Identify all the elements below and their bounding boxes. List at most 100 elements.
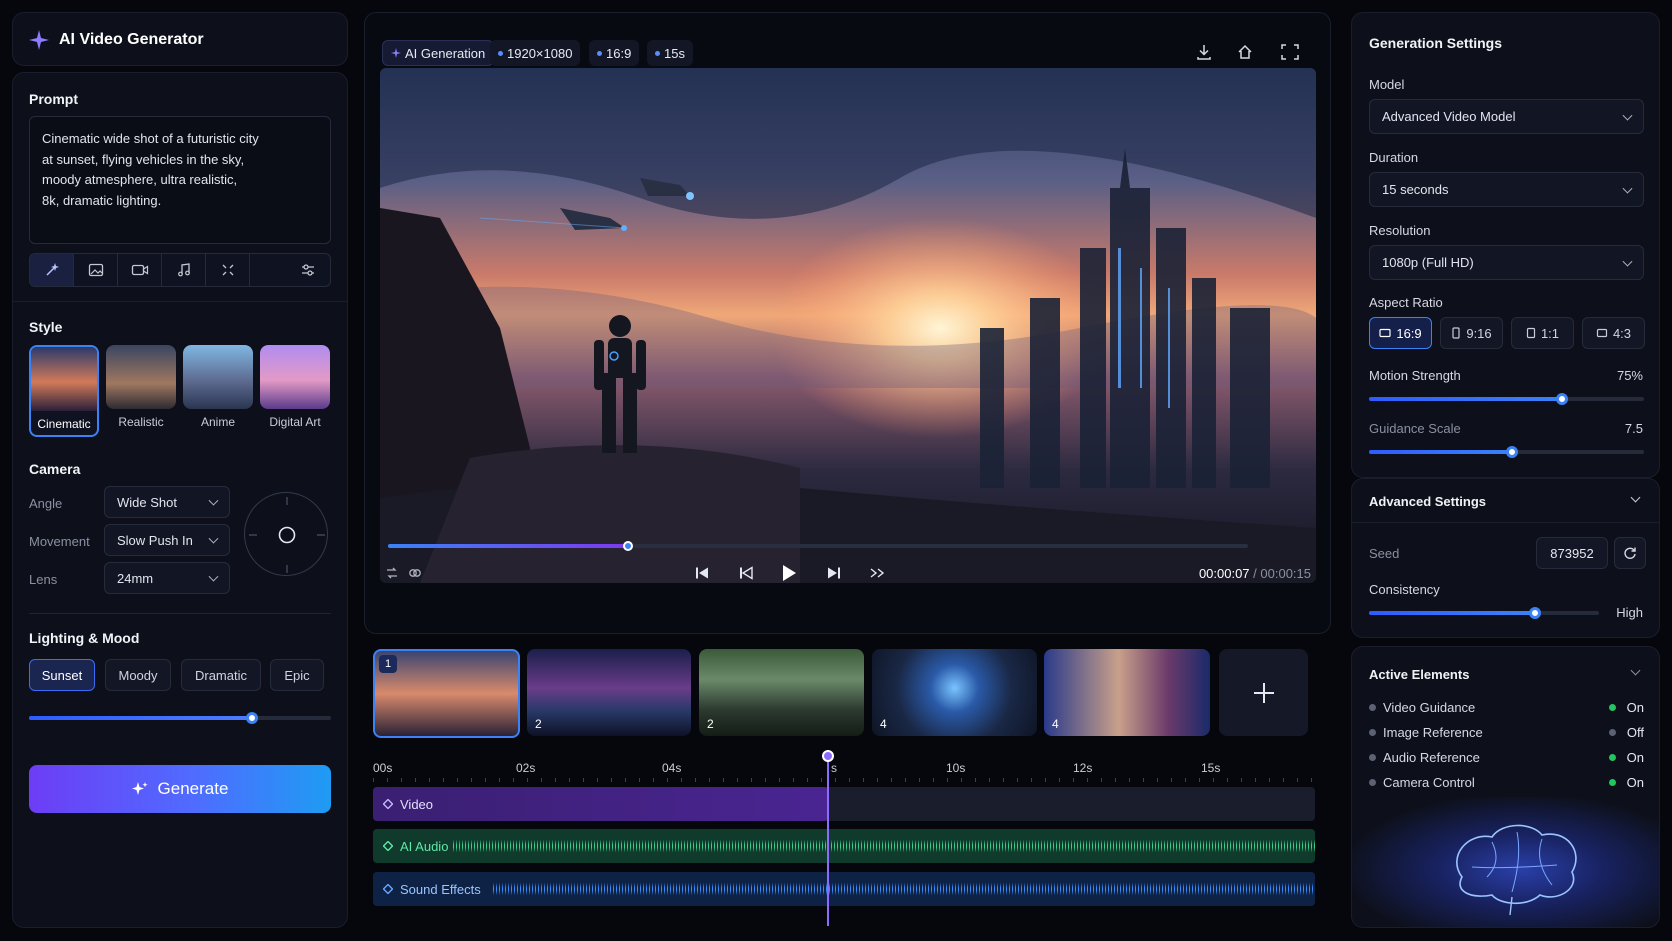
ruler-ticks: [373, 778, 1315, 782]
prompt-textarea[interactable]: Cinematic wide shot of a futuristic city…: [29, 116, 331, 244]
video-track[interactable]: Video: [373, 787, 1315, 821]
download-icon[interactable]: [1195, 43, 1213, 61]
lighting-option-epic[interactable]: Epic: [270, 659, 324, 691]
active-element-state: On: [1626, 750, 1644, 765]
active-element-row[interactable]: Image Reference Off: [1369, 724, 1644, 742]
joystick-icon: [249, 497, 325, 573]
resolution-value: 1080p (Full HD): [1382, 255, 1474, 270]
aspect-option-label: 9:16: [1466, 325, 1492, 341]
prompt-line: 8k, dramatic lighting.: [42, 192, 162, 208]
aspect-option-9-16[interactable]: 9:16: [1440, 317, 1503, 349]
plus-icon: [1252, 681, 1276, 705]
video-button[interactable]: [118, 254, 162, 286]
style-label: Style: [29, 319, 63, 335]
video-preview[interactable]: [380, 68, 1316, 583]
model-select[interactable]: Advanced Video Model: [1369, 99, 1644, 134]
shuffle-icon[interactable]: [869, 565, 885, 581]
magic-wand-button[interactable]: [30, 254, 74, 286]
slider-handle[interactable]: [1528, 607, 1541, 619]
loop-icon[interactable]: [384, 565, 400, 581]
next-frame-icon[interactable]: [826, 565, 842, 581]
guidance-scale-slider[interactable]: [1369, 446, 1644, 458]
motion-strength-slider[interactable]: [1369, 393, 1644, 405]
style-option-realistic[interactable]: Realistic: [106, 345, 176, 437]
resolution-select[interactable]: 1080p (Full HD): [1369, 245, 1644, 280]
share-icon[interactable]: [1236, 43, 1254, 61]
timeline-ruler[interactable]: 00s 02s 04s s 10s 12s 15s: [373, 758, 1315, 782]
music-button[interactable]: [162, 254, 206, 286]
active-element-label: Image Reference: [1383, 725, 1483, 740]
prompt-line: at sunset, flying vehicles in the sky,: [42, 151, 245, 167]
slider-handle[interactable]: [246, 712, 259, 724]
scene-thumbnail[interactable]: 4: [872, 649, 1037, 736]
chip-ai-generation: AI Generation: [382, 40, 495, 66]
tick-label: 15s: [1201, 761, 1221, 775]
style-thumbnail: [183, 345, 253, 409]
active-element-row[interactable]: Audio Reference On: [1369, 749, 1644, 767]
chip-resolution: 1920×1080: [490, 40, 581, 66]
consistency-slider[interactable]: [1369, 607, 1599, 619]
slider-fill: [29, 716, 253, 720]
style-option-digital-art[interactable]: Digital Art: [260, 345, 330, 437]
chevron-down-icon[interactable]: [1630, 665, 1641, 676]
previous-frame-icon[interactable]: [738, 565, 754, 581]
status-dot: [1369, 704, 1376, 711]
play-icon[interactable]: [780, 563, 798, 583]
angle-select[interactable]: Wide Shot: [104, 486, 230, 518]
slider-handle[interactable]: [1506, 446, 1518, 458]
video-clip[interactable]: [373, 787, 828, 821]
active-element-row[interactable]: Camera Control On: [1369, 774, 1644, 792]
skip-to-start-icon[interactable]: [694, 565, 710, 581]
track-label: Video: [400, 797, 434, 812]
lighting-option-moody[interactable]: Moody: [105, 659, 171, 691]
generate-button[interactable]: Generate: [29, 765, 331, 813]
scene-thumbnail[interactable]: 2: [699, 649, 864, 736]
aspect-ratio-label: Aspect Ratio: [1369, 295, 1443, 310]
slider-fill: [1369, 611, 1535, 615]
tick-label: s: [831, 761, 837, 775]
lighting-option-label: Moody: [118, 667, 158, 683]
aspect-option-1-1[interactable]: 1:1: [1511, 317, 1574, 349]
active-element-row[interactable]: Video Guidance On: [1369, 699, 1644, 717]
style-option-anime[interactable]: Anime: [183, 345, 253, 437]
image-button[interactable]: [74, 254, 118, 286]
sliders-icon: [300, 262, 316, 278]
model-label: Model: [1369, 77, 1405, 92]
add-scene-button[interactable]: [1219, 649, 1308, 736]
ai-audio-track[interactable]: AI Audio: [373, 829, 1315, 863]
slider-fill: [1369, 397, 1562, 401]
sound-effects-track[interactable]: Sound Effects: [373, 872, 1315, 906]
slider-handle[interactable]: [1555, 393, 1568, 405]
aspect-option-16-9[interactable]: 16:9: [1369, 317, 1432, 349]
active-element-state: On: [1626, 775, 1644, 790]
style-option-cinematic[interactable]: Cinematic: [29, 345, 99, 437]
tick-label: 10s: [946, 761, 966, 775]
camera-direction-control[interactable]: [244, 492, 328, 576]
lighting-option-label: Sunset: [41, 667, 83, 683]
movement-select[interactable]: Slow Push In: [104, 524, 230, 556]
playhead-handle[interactable]: [822, 750, 834, 762]
playback-progress[interactable]: [388, 541, 1248, 551]
tick-label: 04s: [662, 761, 682, 775]
left-header-panel: AI Video Generator: [12, 12, 348, 66]
duration-select[interactable]: 15 seconds: [1369, 172, 1644, 207]
playhead[interactable]: [822, 750, 834, 926]
aspect-option-4-3[interactable]: 4:3: [1582, 317, 1645, 349]
lighting-option-sunset[interactable]: Sunset: [29, 659, 95, 691]
lens-select[interactable]: 24mm: [104, 562, 230, 594]
effects-button[interactable]: [206, 254, 250, 286]
fullscreen-icon[interactable]: [1280, 43, 1300, 61]
link-icon[interactable]: [407, 565, 423, 581]
prompt-settings-button[interactable]: [286, 254, 330, 286]
scene-thumbnail[interactable]: 1: [373, 649, 520, 738]
seed-input[interactable]: 873952: [1536, 537, 1608, 569]
randomize-seed-button[interactable]: [1614, 537, 1646, 569]
scene-thumbnail[interactable]: 4: [1044, 649, 1210, 736]
scene-thumbnail[interactable]: 2: [527, 649, 691, 736]
progress-handle[interactable]: [622, 541, 633, 551]
diamond-icon: [383, 884, 393, 894]
advanced-settings-header[interactable]: Advanced Settings: [1352, 479, 1659, 523]
lighting-intensity-slider[interactable]: [29, 712, 331, 724]
lighting-option-dramatic[interactable]: Dramatic: [181, 659, 261, 691]
on-indicator: [1609, 779, 1616, 786]
